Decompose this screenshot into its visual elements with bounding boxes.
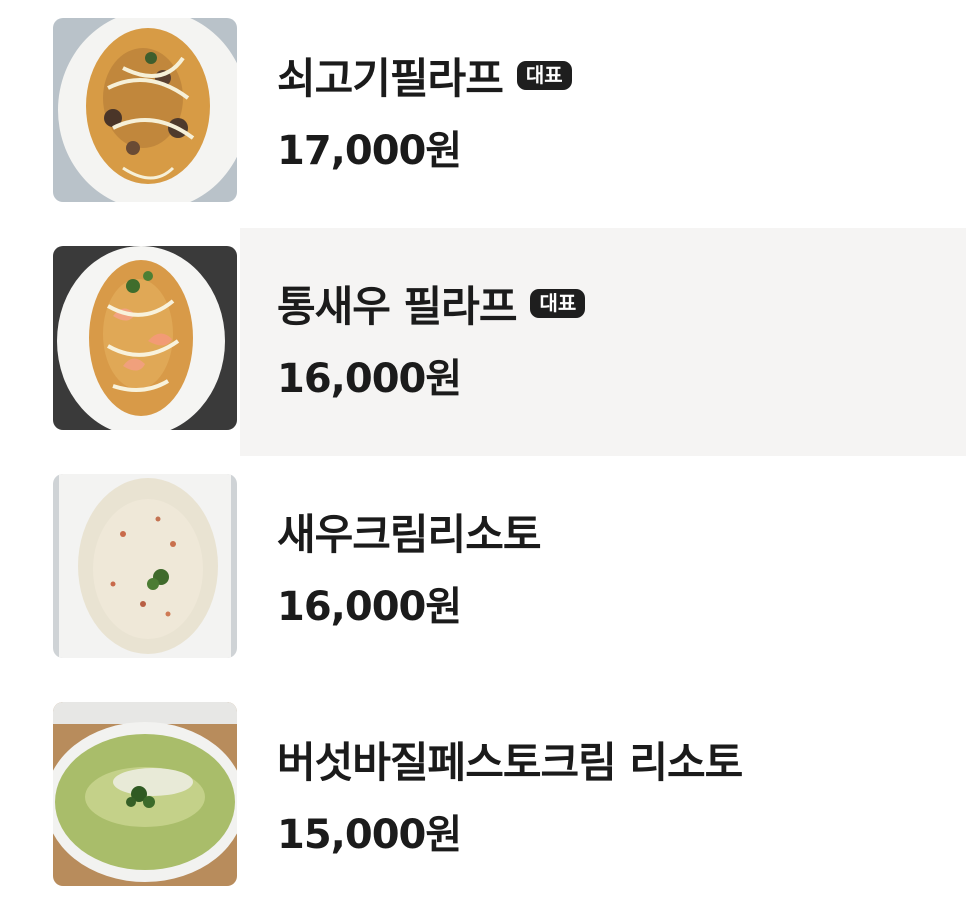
item-name-row: 통새우 필라프 대표 xyxy=(277,276,586,331)
menu-item-shrimp-cream-risotto[interactable]: 새우크림리소토 16,000원 xyxy=(0,456,966,684)
whole-shrimp-pilaf-photo[interactable] xyxy=(53,246,237,430)
signature-badge: 대표 xyxy=(530,288,586,318)
menu-item-whole-shrimp-pilaf[interactable]: 통새우 필라프 대표 16,000원 xyxy=(0,228,966,456)
item-name: 버섯바질페스토크림 리소토 xyxy=(277,737,743,787)
item-price: 15,000원 xyxy=(277,812,462,858)
shrimp-cream-risotto-photo[interactable] xyxy=(53,474,237,658)
item-price: 16,000원 xyxy=(277,356,462,402)
item-price: 17,000원 xyxy=(277,128,462,174)
signature-badge: 대표 xyxy=(516,60,572,90)
beef-pilaf-photo[interactable] xyxy=(53,18,237,202)
menu-item-beef-pilaf[interactable]: 쇠고기필라프 대표 17,000원 xyxy=(0,0,966,228)
menu-item-mushroom-basil-pesto-cream-risotto[interactable]: 버섯바질페스토크림 리소토 15,000원 xyxy=(0,684,966,912)
mushroom-basil-pesto-cream-risotto-photo[interactable] xyxy=(53,702,237,886)
item-name: 새우크림리소토 xyxy=(277,509,541,559)
item-name: 쇠고기필라프 xyxy=(277,53,504,103)
item-name-row: 버섯바질페스토크림 리소토 xyxy=(277,732,743,787)
item-name: 통새우 필라프 xyxy=(277,281,517,331)
item-name-row: 쇠고기필라프 대표 xyxy=(277,48,572,103)
item-name-row: 새우크림리소토 xyxy=(277,504,541,559)
item-price: 16,000원 xyxy=(277,584,462,630)
